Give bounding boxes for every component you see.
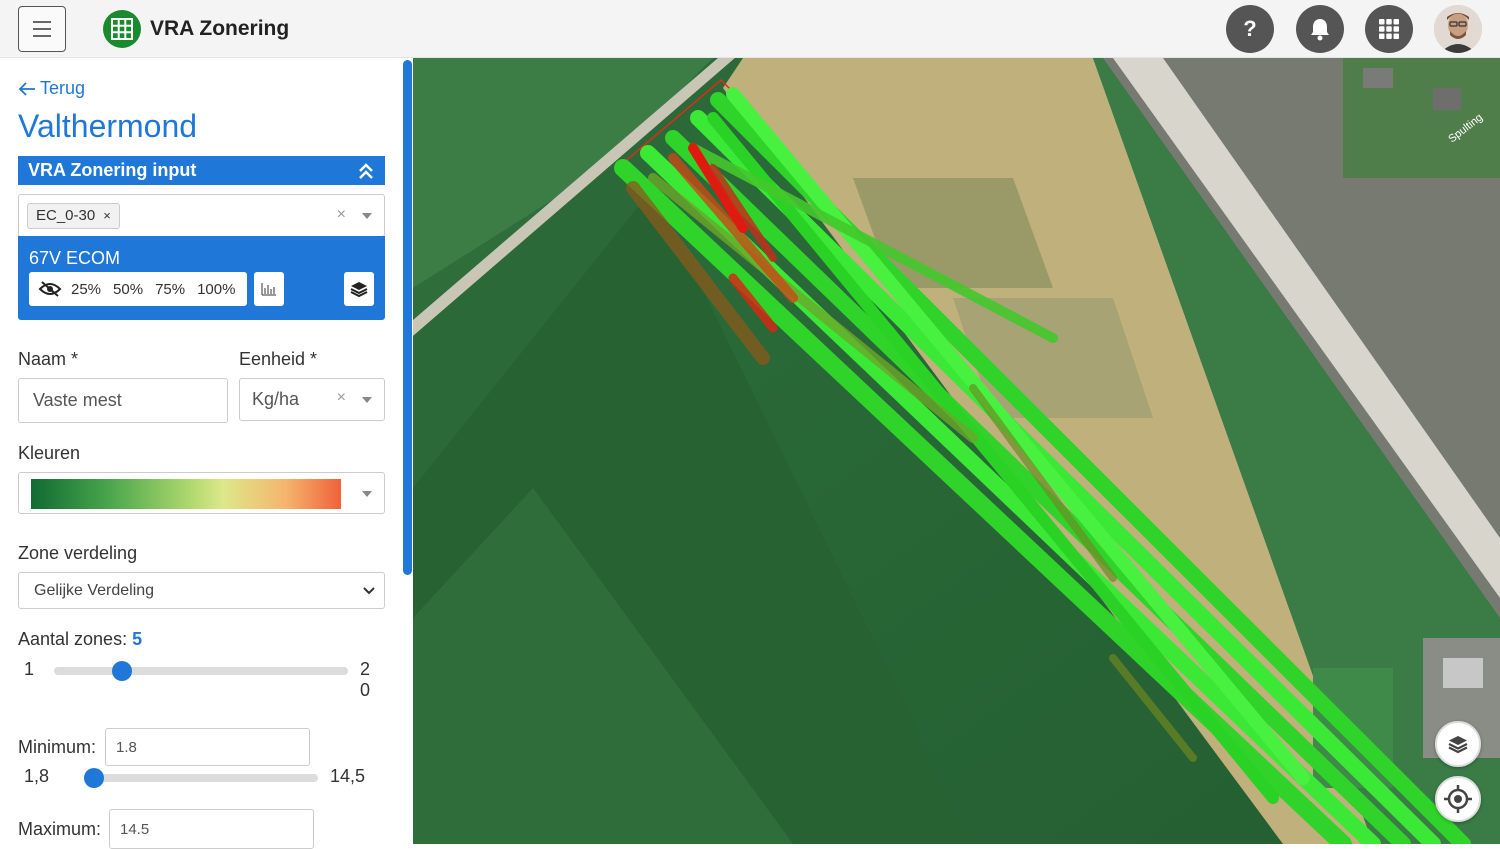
zones-slider-min-label: 1 (24, 659, 35, 679)
zones-slider-max-label-2: 0 (360, 680, 371, 700)
layer-name: 67V ECOM (29, 248, 121, 268)
clear-icon[interactable]: × (337, 206, 346, 224)
histogram-button[interactable] (254, 272, 284, 306)
section-title: VRA Zonering input (28, 160, 197, 180)
layer-stack-button[interactable] (344, 272, 374, 306)
bell-icon (1311, 19, 1329, 41)
menu-button[interactable] (18, 6, 66, 52)
maximum-label: Maximum: (18, 819, 102, 839)
satellite-imagery: Spulting (413, 58, 1500, 844)
zone-verdeling-value: Gelijke Verdeling (34, 581, 155, 599)
back-link[interactable]: Terug (18, 78, 85, 99)
naam-input[interactable]: Vaste mest (18, 378, 228, 423)
sidebar-scrollbar-thumb[interactable] (403, 60, 412, 575)
apps-grid-icon (1379, 19, 1399, 39)
avatar[interactable] (1434, 5, 1482, 53)
opacity-25-button[interactable]: 25% (65, 281, 107, 298)
caret-down-icon[interactable] (362, 213, 372, 219)
help-icon: ? (1243, 16, 1257, 41)
locate-me-button[interactable] (1435, 776, 1481, 822)
color-scheme-select[interactable] (18, 472, 385, 514)
zones-slider-max-label-1: 2 (360, 659, 371, 679)
app-title: VRA Zonering (150, 17, 290, 40)
minimum-label: Minimum: (18, 737, 97, 757)
eye-slash-icon[interactable] (35, 277, 65, 301)
kleuren-label: Kleuren (18, 443, 81, 463)
notifications-button[interactable] (1296, 5, 1344, 53)
color-gradient-preview (31, 479, 341, 509)
layers-icon (350, 282, 368, 298)
grid-logo-icon (103, 10, 141, 48)
section-header[interactable]: VRA Zonering input (18, 156, 385, 185)
zones-slider-track[interactable] (54, 667, 348, 675)
eenheid-select[interactable]: Kg/ha × (239, 378, 385, 421)
naam-label: Naam * (18, 349, 79, 369)
selected-layer-tag-label: EC_0-30 (36, 207, 96, 224)
back-link-label: Terug (40, 78, 86, 98)
help-button[interactable]: ? (1226, 5, 1274, 53)
map-view[interactable]: Spulting (413, 58, 1500, 844)
zone-verdeling-label: Zone verdeling (18, 543, 138, 563)
crosshair-icon (1444, 785, 1472, 813)
apps-button[interactable] (1365, 5, 1413, 53)
opacity-selector: 25% 50% 75% 100% (29, 272, 248, 306)
page-title: Valthermond (18, 108, 198, 144)
maximum-input[interactable]: 14.5 (109, 809, 314, 849)
minimum-input[interactable]: 1.8 (105, 728, 310, 766)
map-layers-button[interactable] (1435, 721, 1481, 767)
opacity-100-button[interactable]: 100% (191, 281, 241, 298)
top-bar: VRA Zonering ? (0, 0, 1500, 58)
aantal-zones-value: 5 (132, 629, 143, 649)
chevron-down-icon (363, 587, 375, 595)
layers-icon (1448, 736, 1468, 754)
input-layer-select[interactable]: EC_0-30 × × (18, 194, 385, 237)
zones-slider-thumb[interactable] (112, 661, 132, 681)
tag-remove-icon[interactable]: × (103, 204, 111, 228)
aantal-zones-label: Aantal zones: 5 (18, 629, 143, 649)
zone-verdeling-select[interactable]: Gelijke Verdeling (18, 572, 385, 609)
eenheid-value: Kg/ha (252, 389, 300, 409)
min-slider-max-label: 14,5 (330, 766, 366, 786)
eenheid-label: Eenheid * (239, 349, 318, 369)
eenheid-clear-icon[interactable]: × (337, 389, 346, 407)
caret-down-icon[interactable] (362, 397, 372, 403)
opacity-75-button[interactable]: 75% (149, 281, 191, 298)
bar-chart-icon (261, 283, 276, 296)
chevron-double-up-icon[interactable] (357, 162, 375, 180)
opacity-50-button[interactable]: 50% (107, 281, 149, 298)
menu-icon (33, 21, 51, 23)
arrow-left-icon (18, 81, 35, 96)
min-slider-track[interactable] (86, 774, 318, 782)
caret-down-icon[interactable] (362, 491, 372, 497)
selected-layer-tag: EC_0-30 × (27, 203, 120, 229)
min-slider-thumb[interactable] (84, 768, 104, 788)
layer-card: 67V ECOM 25% 50% 75% 100% (18, 236, 385, 320)
min-slider-min-label: 1,8 (24, 766, 50, 786)
